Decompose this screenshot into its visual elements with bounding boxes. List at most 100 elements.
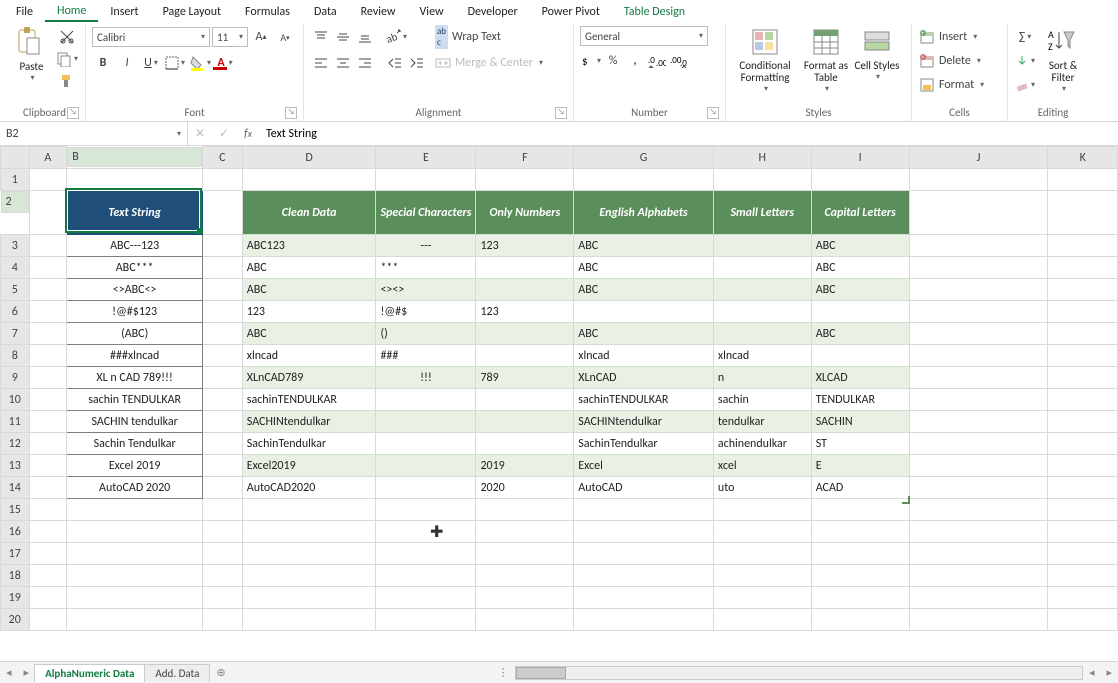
col-header[interactable]: A [29,147,67,169]
cell[interactable]: !@#$123 [67,301,203,323]
cell[interactable]: 123 [476,301,574,323]
cell[interactable] [476,543,574,565]
cell[interactable]: ST [811,433,909,455]
col-header[interactable]: I [811,147,909,169]
col-header[interactable]: C [202,147,242,169]
enter-formula-button[interactable]: ✓ [212,126,236,141]
fill-button[interactable] [1014,50,1036,72]
percent-button[interactable]: % [602,50,624,72]
cell[interactable]: ABC---123 [67,235,203,257]
row-header[interactable]: 8 [1,345,30,367]
cell[interactable]: ABC [574,323,714,345]
cell[interactable] [909,411,1048,433]
bold-button[interactable]: B [92,52,114,74]
cell[interactable] [242,521,376,543]
sheet-tab-active[interactable]: AlphaNumeric Data [34,664,145,682]
merge-center-button[interactable]: Merge & Center [434,52,564,74]
cell[interactable]: XL n CAD 789!!! [67,367,203,389]
cell[interactable] [67,499,203,521]
cell[interactable]: !@#$ [376,301,476,323]
cell[interactable] [202,609,242,631]
cell[interactable]: 123 [242,301,376,323]
cell[interactable] [713,587,811,609]
sheet-nav-next[interactable]: ▸ [18,666,36,679]
cell[interactable] [376,587,476,609]
row-header[interactable]: 2 [1,191,29,213]
cell[interactable] [1048,565,1118,587]
cell[interactable] [574,609,714,631]
cell[interactable]: 789 [476,367,574,389]
row-header[interactable]: 17 [1,543,30,565]
cell[interactable]: --- [376,235,476,257]
cell[interactable]: sachinTENDULKAR [242,389,376,411]
cell[interactable] [242,565,376,587]
cell[interactable]: Sachin Tendulkar [67,433,203,455]
align-bottom-button[interactable] [354,26,376,48]
tab-formulas[interactable]: Formulas [233,3,302,21]
cell[interactable] [202,433,242,455]
cell[interactable] [202,477,242,499]
cell[interactable] [29,521,67,543]
cell[interactable]: tendulkar [713,411,811,433]
formula-input[interactable] [260,127,1118,141]
horizontal-scrollbar[interactable] [515,666,1083,680]
cell[interactable]: SACHINtendulkar [574,411,714,433]
cell[interactable] [1048,323,1118,345]
cell[interactable] [476,323,574,345]
table-header[interactable]: Clean Data [242,191,376,235]
cell[interactable] [476,565,574,587]
tab-powerpivot[interactable]: Power Pivot [530,3,612,21]
increase-decimal-button[interactable]: .0.00 [646,50,668,72]
table-resize-handle[interactable] [902,496,910,504]
scroll-split[interactable]: ⋮ [492,666,515,679]
row-header[interactable]: 16 [1,521,30,543]
row-header[interactable]: 15 [1,499,30,521]
cell[interactable]: Excel [574,455,714,477]
cell[interactable] [29,609,67,631]
comma-button[interactable]: , [624,50,646,72]
cell[interactable]: ABC [811,257,909,279]
cell[interactable] [574,499,714,521]
col-header[interactable]: D [242,147,376,169]
table-header[interactable]: Small Letters [713,191,811,235]
worksheet-grid[interactable]: A B C D E F G H I J K 1 2 Text String Cl… [0,146,1118,661]
accounting-format-button[interactable]: $ [580,50,602,72]
align-middle-button[interactable] [332,26,354,48]
cell[interactable] [476,257,574,279]
cell[interactable] [29,345,67,367]
cell[interactable]: ABC [574,257,714,279]
cell[interactable]: sachinTENDULKAR [574,389,714,411]
cell[interactable] [1048,477,1118,499]
row-header[interactable]: 3 [1,235,30,257]
cell[interactable] [376,477,476,499]
cell[interactable] [1048,257,1118,279]
cell[interactable]: AutoCAD [574,477,714,499]
cell[interactable] [909,543,1048,565]
cell[interactable]: !!! [376,367,476,389]
cell[interactable]: ABC [811,279,909,301]
autosum-button[interactable]: ∑ [1014,26,1036,48]
cell[interactable] [29,543,67,565]
cell[interactable] [574,587,714,609]
cell[interactable] [376,455,476,477]
underline-button[interactable]: U [140,52,162,74]
cell[interactable] [811,543,909,565]
col-header[interactable]: G [574,147,714,169]
cell[interactable] [202,323,242,345]
cell[interactable] [202,367,242,389]
cell[interactable] [713,301,811,323]
increase-indent-button[interactable] [406,52,428,74]
cell[interactable]: ABC [811,323,909,345]
name-box[interactable]: B2▾ [0,122,188,145]
cell[interactable] [476,345,574,367]
cell[interactable]: achinendulkar [713,433,811,455]
align-left-button[interactable] [310,52,332,74]
cancel-formula-button[interactable]: ✕ [188,126,212,141]
decrease-font-button[interactable]: A▾ [274,26,296,48]
tab-pagelayout[interactable]: Page Layout [151,3,233,21]
orientation-button[interactable]: ab [384,26,408,48]
cell[interactable]: uto [713,477,811,499]
tab-tabledesign[interactable]: Table Design [612,3,697,21]
cell[interactable]: XLnCAD [574,367,714,389]
align-top-button[interactable] [310,26,332,48]
